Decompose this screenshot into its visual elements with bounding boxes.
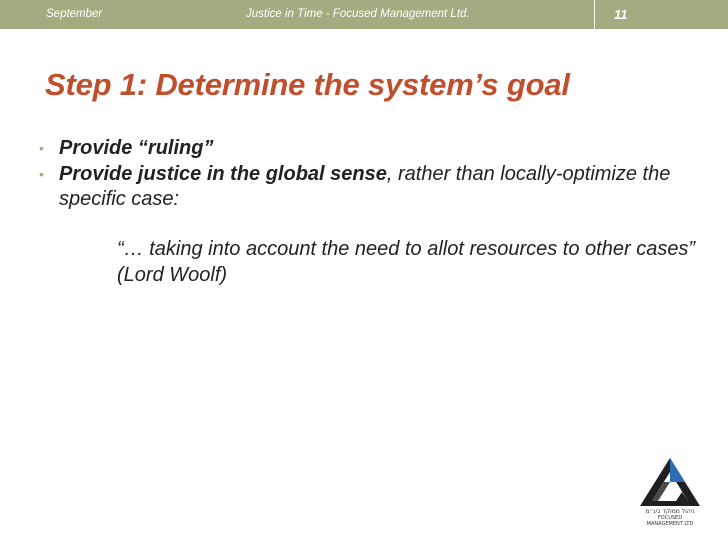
bullet-text: Provide “ruling” — [59, 137, 214, 159]
header-center-text: Justice in Time - Focused Management Ltd… — [246, 8, 470, 20]
header-bar: September Justice in Time - Focused Mana… — [0, 0, 728, 29]
header-date: September — [46, 8, 103, 20]
quote-text: “… taking into account the need to allot… — [117, 238, 696, 286]
logo-english-text: FOCUSED MANAGEMENT LTD — [646, 515, 694, 527]
page-number: 11 — [614, 7, 628, 22]
slide-title: Step 1: Determine the system’s goal — [45, 67, 570, 102]
header-divider — [594, 0, 595, 29]
company-logo: ניהול ממוקד בע״מ FOCUSED MANAGEMENT LTD — [638, 456, 702, 527]
bullet-text-bold: Provide justice in the global sense — [59, 163, 387, 185]
bullet-dot-icon: • — [39, 166, 44, 182]
bullet-item: • Provide “ruling” — [34, 136, 694, 161]
bullet-list: • Provide “ruling” • Provide justice in … — [34, 136, 694, 213]
bullet-dot-icon: • — [39, 140, 44, 156]
triangle-logo-icon — [640, 458, 700, 506]
logo-hebrew-text: ניהול ממוקד בע״מ — [645, 508, 695, 515]
bullet-item: • Provide justice in the global sense, r… — [34, 162, 694, 212]
